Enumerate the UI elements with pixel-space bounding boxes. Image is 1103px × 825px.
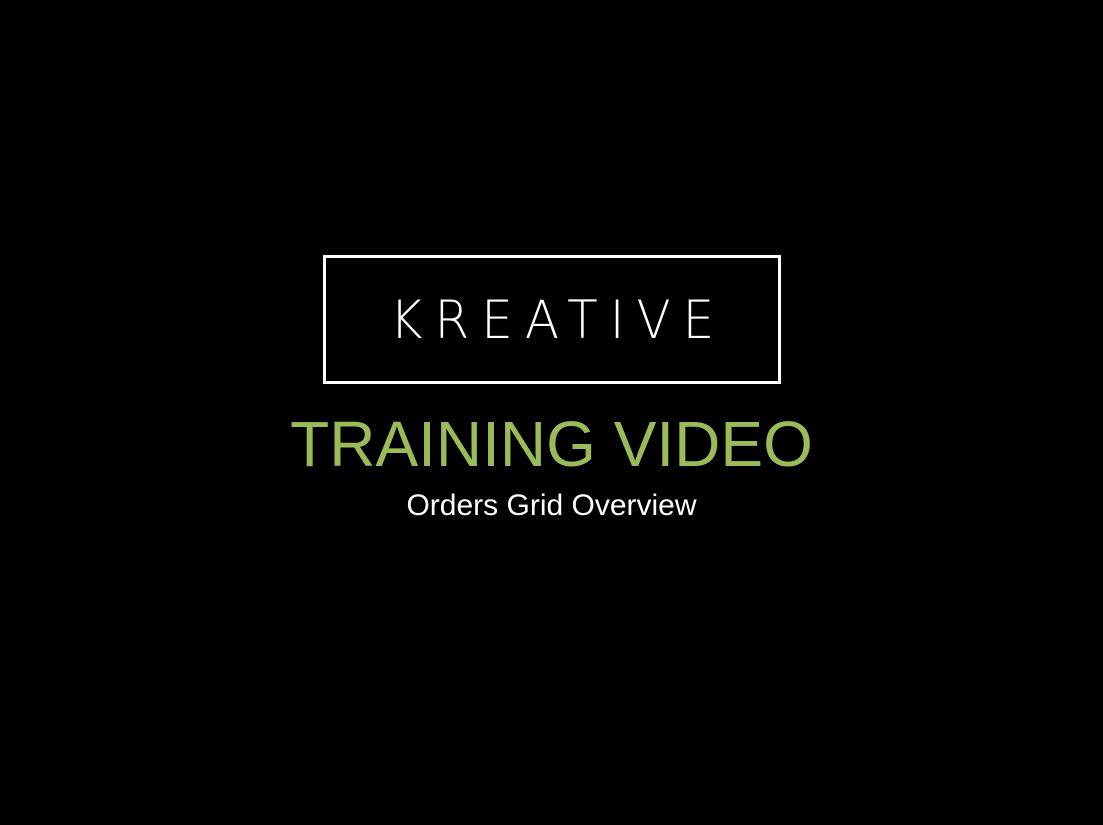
slide-title: TRAINING VIDEO <box>290 408 813 480</box>
kreative-logo: KREATIVE <box>323 255 781 384</box>
title-slide: KREATIVE TRAINING VIDEO Orders Grid Over… <box>0 0 1103 825</box>
logo-wordmark: KREATIVE <box>389 289 727 350</box>
slide-subtitle: Orders Grid Overview <box>406 489 697 522</box>
